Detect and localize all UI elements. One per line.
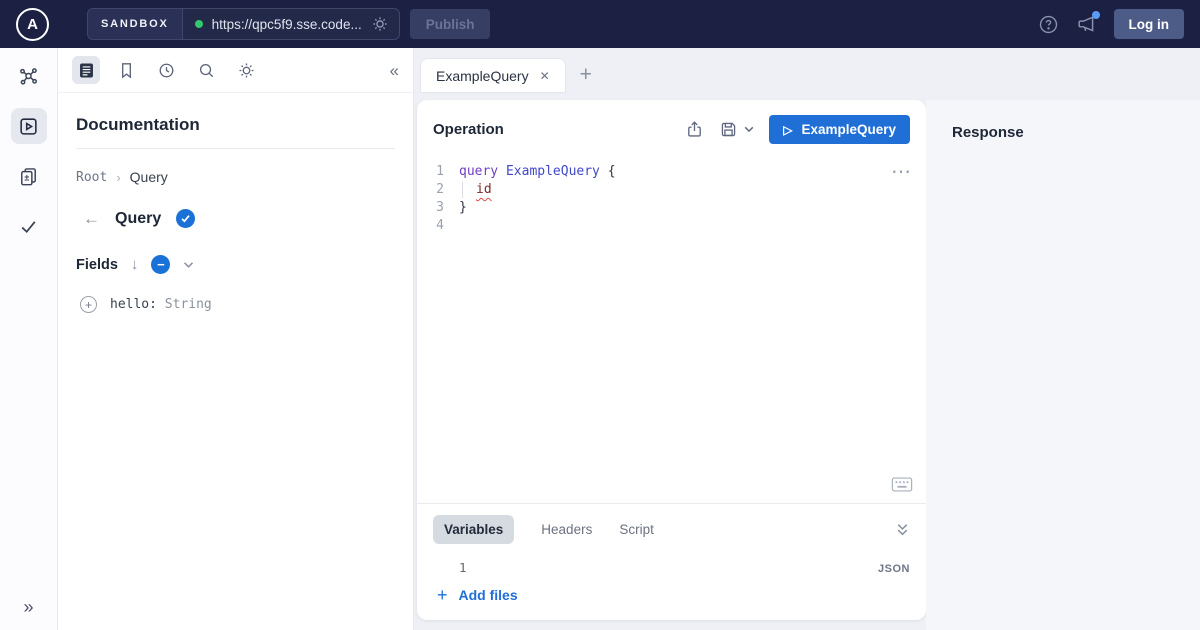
operation-title: Operation: [433, 121, 504, 138]
documentation-panel: « Documentation Root › Query ← Query: [58, 48, 414, 630]
share-icon[interactable]: [685, 120, 704, 139]
line-number: 3: [417, 199, 459, 217]
explorer-play-icon[interactable]: [11, 108, 47, 144]
schema-graph-icon[interactable]: [11, 58, 47, 94]
field-row-hello[interactable]: + hello: String: [76, 296, 395, 313]
operation-settings-tabs: Variables Headers Script: [433, 515, 910, 544]
apollo-logo[interactable]: A: [16, 8, 49, 41]
code-operation-name: ExampleQuery: [506, 164, 600, 179]
save-chevron-down-icon[interactable]: [744, 126, 754, 133]
type-name: Query: [115, 210, 161, 228]
type-header-row: ← Query: [76, 209, 395, 228]
endpoint-bar: SANDBOX https://qpc5f9.sse.code...: [87, 8, 400, 40]
collapse-docs-panel-icon[interactable]: «: [390, 62, 399, 79]
publish-button[interactable]: Publish: [410, 9, 491, 39]
code-line-2[interactable]: 2 id: [417, 181, 926, 199]
breadcrumb: Root › Query: [76, 169, 395, 185]
search-icon[interactable]: [192, 56, 220, 84]
code-line-1[interactable]: 1 query ExampleQuery {: [417, 163, 926, 181]
add-files-button[interactable]: + Add files: [433, 575, 518, 620]
fields-chevron-down-icon[interactable]: [183, 261, 194, 269]
svg-text:±: ±: [24, 172, 29, 182]
documentation-title: Documentation: [76, 115, 395, 135]
tab-headers[interactable]: Headers: [541, 522, 592, 537]
operation-settings-panel: Variables Headers Script 1 JSON: [417, 504, 926, 620]
new-tab-icon[interactable]: +: [580, 64, 592, 85]
login-button[interactable]: Log in: [1114, 9, 1185, 39]
line-number: 1: [417, 163, 459, 181]
fields-label: Fields: [76, 257, 118, 273]
connection-status-dot: [195, 20, 203, 28]
help-icon[interactable]: [1038, 14, 1059, 35]
field-type[interactable]: String: [165, 297, 212, 312]
schema-changes-icon[interactable]: ±: [11, 158, 47, 194]
operation-header: Operation: [417, 100, 926, 156]
workspace-content: Operation: [414, 100, 1200, 630]
line-number: 2: [417, 181, 459, 199]
tab-script[interactable]: Script: [619, 522, 654, 537]
topbar: A SANDBOX https://qpc5f9.sse.code... Pub…: [0, 0, 1200, 48]
code-close-brace: }: [459, 199, 467, 217]
editor-more-menu-icon[interactable]: ⋯: [891, 162, 913, 182]
documentation-toolbar: «: [58, 48, 413, 93]
run-button-label: ExampleQuery: [801, 122, 896, 137]
type-selected-check-badge[interactable]: [176, 209, 195, 228]
sandbox-badge: SANDBOX: [88, 9, 183, 39]
saved-operations-bookmark-icon[interactable]: [112, 56, 140, 84]
response-panel: Response: [926, 100, 1200, 630]
operation-actions: ▷ ExampleQuery: [685, 115, 910, 144]
code-field-with-error: id: [476, 182, 492, 197]
line-number: 4: [417, 217, 459, 235]
code-line-3[interactable]: 3 }: [417, 199, 926, 217]
variables-editor-row[interactable]: 1 JSON: [433, 544, 910, 575]
history-clock-icon[interactable]: [152, 56, 180, 84]
left-icon-rail: ± »: [0, 48, 58, 630]
expand-rail-icon[interactable]: »: [23, 598, 33, 616]
variables-mode-label: JSON: [878, 563, 910, 575]
apollo-logo-letter: A: [27, 16, 38, 33]
code-open-brace: {: [600, 164, 616, 179]
code-line-4[interactable]: 4: [417, 217, 926, 235]
add-field-plus-icon[interactable]: +: [80, 296, 97, 313]
divider: [76, 148, 395, 149]
notification-dot: [1092, 11, 1100, 19]
endpoint-settings-gear-icon[interactable]: [371, 15, 389, 33]
main-area: ExampleQuery ✕ + Operation: [414, 48, 1200, 630]
run-play-icon: ▷: [783, 124, 792, 136]
announcements-megaphone-icon[interactable]: [1076, 14, 1097, 35]
sort-fields-icon[interactable]: ↓: [131, 257, 139, 272]
response-title: Response: [952, 124, 1174, 141]
operation-card: Operation: [417, 100, 926, 620]
save-group: [719, 120, 754, 139]
app-body: ± »: [0, 48, 1200, 630]
deselect-all-fields-badge[interactable]: −: [151, 255, 170, 274]
keyboard-shortcuts-icon[interactable]: [891, 476, 913, 493]
topbar-right: Log in: [1038, 9, 1185, 39]
documentation-tab-icon[interactable]: [72, 56, 100, 84]
add-files-label: Add files: [459, 587, 518, 603]
breadcrumb-root[interactable]: Root: [76, 170, 107, 185]
endpoint-url-input[interactable]: https://qpc5f9.sse.code...: [212, 17, 362, 32]
documentation-content: Documentation Root › Query ← Query Field…: [58, 93, 413, 329]
fields-header-row: Fields ↓ −: [76, 255, 395, 274]
add-files-plus-icon: +: [437, 586, 448, 604]
tab-variables[interactable]: Variables: [433, 515, 514, 544]
breadcrumb-separator-icon: ›: [116, 170, 120, 185]
field-name[interactable]: hello:: [110, 297, 157, 312]
variables-line-number: 1: [459, 560, 467, 575]
breadcrumb-current: Query: [130, 169, 168, 185]
save-icon[interactable]: [719, 120, 738, 139]
checks-icon[interactable]: [11, 208, 47, 244]
code-keyword: query: [459, 164, 498, 179]
collapse-panel-double-chevron-icon[interactable]: [895, 522, 910, 537]
operation-tab[interactable]: ExampleQuery ✕: [420, 58, 566, 93]
back-arrow-icon[interactable]: ←: [83, 210, 100, 227]
explorer-settings-gear-icon[interactable]: [232, 56, 260, 84]
operation-tabstrip: ExampleQuery ✕ +: [414, 48, 1200, 100]
run-operation-button[interactable]: ▷ ExampleQuery: [769, 115, 910, 144]
operation-tab-title: ExampleQuery: [436, 68, 529, 84]
operation-editor[interactable]: 1 query ExampleQuery { 2 id 3 } 4: [417, 156, 926, 503]
close-tab-icon[interactable]: ✕: [540, 70, 550, 82]
